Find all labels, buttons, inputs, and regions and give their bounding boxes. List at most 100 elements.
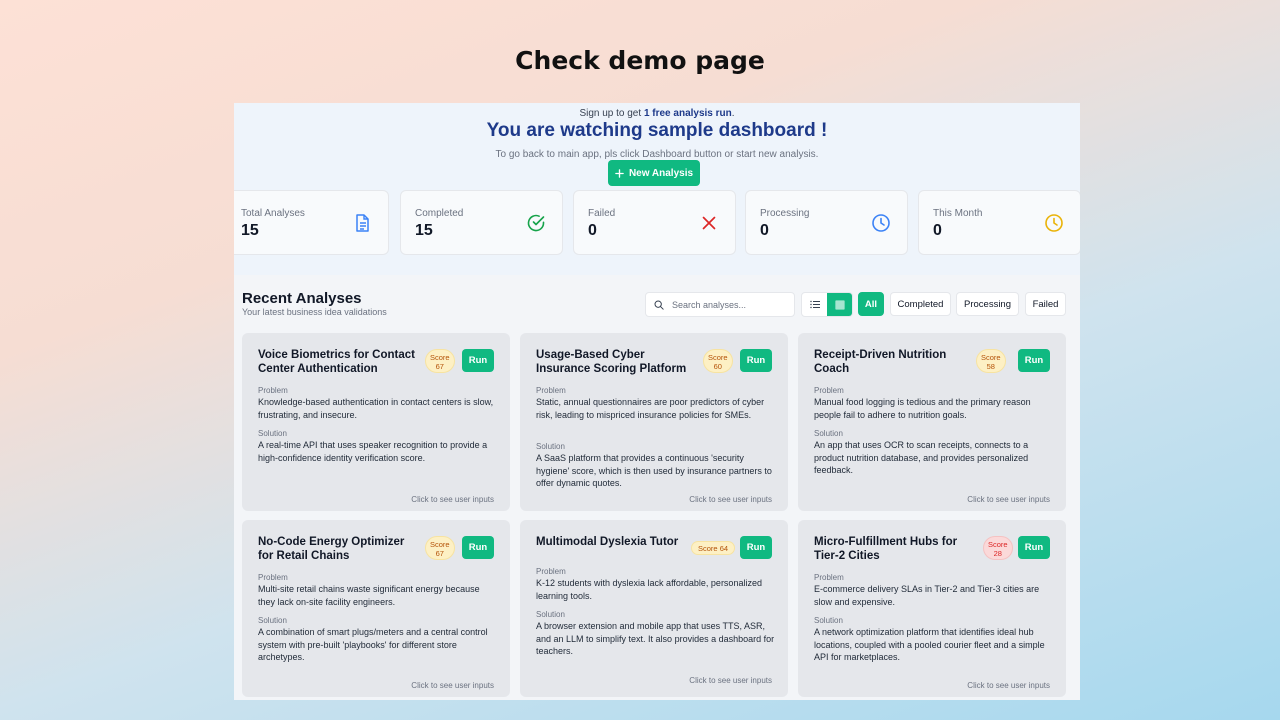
solution-label: Solution [536,442,565,451]
recent-analyses-subtitle: Your latest business idea validations [242,307,387,317]
signup-highlight[interactable]: 1 free analysis run [644,108,732,119]
filter-completed[interactable]: Completed [890,292,951,316]
grid-view-button[interactable] [827,293,852,316]
analysis-card[interactable]: Voice Biometrics for Contact Center Auth… [242,333,510,511]
see-user-inputs-link[interactable]: Click to see user inputs [689,495,772,504]
signup-note: Sign up to get 1 free analysis run. [234,108,1080,119]
score-badge: Score 64 [691,541,736,555]
see-user-inputs-link[interactable]: Click to see user inputs [967,681,1050,690]
list-icon [809,300,820,309]
run-button[interactable]: Run [740,349,772,372]
score-value: 28 [993,549,1002,558]
run-button[interactable]: Run [1018,536,1050,559]
run-button[interactable]: Run [740,536,772,559]
see-user-inputs-link[interactable]: Click to see user inputs [411,495,494,504]
problem-label: Problem [258,386,288,395]
solution-text: A network optimization platform that ide… [814,627,1045,662]
solution-text: A real-time API that uses speaker recogn… [258,440,488,463]
analysis-card[interactable]: Usage-Based Cyber Insurance Scoring Plat… [520,333,788,511]
problem-text: E-commerce delivery SLAs in Tier-2 and T… [814,584,1040,607]
card-title: No-Code Energy Optimizer for Retail Chai… [258,536,405,562]
card-title: Voice Biometrics for Contact Center Auth… [258,349,415,375]
analysis-card[interactable]: Micro-Fulfillment Hubs for Tier-2 Cities… [798,520,1066,697]
score-value: 67 [435,362,444,371]
score-badge: Score 60 [703,349,733,373]
problem-text: K-12 students with dyslexia lack afforda… [536,578,762,601]
search-input[interactable] [672,299,782,310]
grid-icon [835,300,844,309]
stat-value: 0 [760,222,769,239]
card-title: Micro-Fulfillment Hubs for Tier-2 Cities [814,536,958,562]
document-icon [356,214,369,232]
stat-value: 15 [415,222,433,239]
view-toggle [801,292,853,317]
stat-label: Processing [760,208,810,219]
clock-icon [1045,214,1063,232]
score-badge: Score 67 [425,536,455,560]
solution-label: Solution [814,429,843,438]
stat-total-analyses: Total Analyses 15 [234,190,389,255]
new-analysis-label: New Analysis [628,167,694,179]
score-label: Score [988,540,1008,549]
analysis-card[interactable]: Receipt-Driven Nutrition Coach Score 58 R… [798,333,1066,511]
see-user-inputs-link[interactable]: Click to see user inputs [411,681,494,690]
stat-failed: Failed 0 [573,190,736,255]
dashboard-frame: Sign up to get 1 free analysis run. You … [234,103,1080,700]
check-circle-icon [527,214,545,232]
stat-label: Total Analyses [241,208,305,219]
signup-prefix: Sign up to get [579,108,644,119]
stat-value: 15 [241,222,259,239]
card-title: Usage-Based Cyber Insurance Scoring Plat… [536,349,687,375]
run-button[interactable]: Run [462,349,494,372]
signup-suffix: . [731,108,735,119]
solution-label: Solution [258,616,287,625]
score-label: Score [708,353,728,362]
score-label: Score [981,353,1001,362]
solution-text: A SaaS platform that provides a continuo… [536,453,772,488]
solution-text: An app that uses OCR to scan receipts, c… [814,440,1029,475]
demo-banner: Sign up to get 1 free analysis run. You … [234,103,1080,275]
run-button[interactable]: Run [462,536,494,559]
score-value: 60 [713,362,722,371]
new-analysis-button[interactable]: New Analysis [608,160,700,186]
score-badge: Score 28 [983,536,1013,560]
stat-label: Completed [415,208,464,219]
problem-text: Static, annual questionnaires are poor p… [536,397,765,420]
see-user-inputs-link[interactable]: Click to see user inputs [967,495,1050,504]
analysis-card[interactable]: No-Code Energy Optimizer for Retail Chai… [242,520,510,697]
analysis-card[interactable]: Multimodal Dyslexia Tutor Score 64 Run P… [520,520,788,697]
problem-label: Problem [814,573,844,582]
plus-icon [615,168,624,178]
filter-processing[interactable]: Processing [956,292,1019,316]
score-badge: Score 67 [425,349,455,373]
clock-icon [872,214,890,232]
stat-value: 0 [588,222,597,239]
score-badge: Score 58 [976,349,1006,373]
see-user-inputs-link[interactable]: Click to see user inputs [689,676,772,685]
problem-text: Multi-site retail chains waste significa… [258,584,480,607]
solution-text: A browser extension and mobile app that … [536,621,775,656]
run-button[interactable]: Run [1018,349,1050,372]
solution-label: Solution [536,610,565,619]
solution-label: Solution [258,429,287,438]
score-label: Score [430,353,450,362]
search-icon [654,300,664,310]
card-title: Multimodal Dyslexia Tutor [536,536,679,548]
problem-label: Problem [814,386,844,395]
score-value: 67 [435,549,444,558]
score-value: 64 [719,544,729,553]
score-value: 58 [986,362,995,371]
score-label: Score [698,544,718,553]
stat-label: This Month [933,208,983,219]
stat-processing: Processing 0 [745,190,908,255]
stat-value: 0 [933,222,942,239]
list-view-button[interactable] [802,293,827,316]
search-box[interactable] [645,292,795,317]
stat-completed: Completed 15 [400,190,563,255]
banner-instructions: To go back to main app, pls click Dashbo… [495,149,819,160]
problem-text: Knowledge-based authentication in contac… [258,397,494,420]
solution-text: A combination of smart plugs/meters and … [258,627,488,662]
filter-failed[interactable]: Failed [1025,292,1066,316]
x-icon [702,216,716,230]
filter-all[interactable]: All [858,292,884,316]
